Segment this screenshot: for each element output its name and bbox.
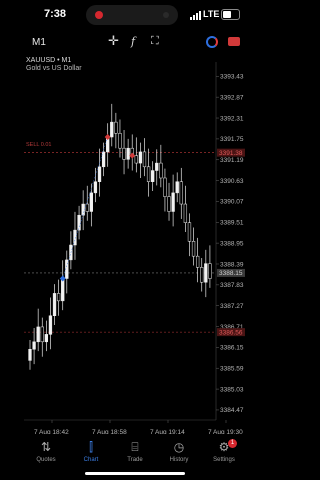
candle-body <box>81 203 85 216</box>
chart-symbol-description: Gold vs US Dollar <box>26 65 82 72</box>
candle-body <box>151 170 155 182</box>
candle-body <box>89 192 93 212</box>
nav-history-label: History <box>169 457 189 463</box>
candle-body <box>40 326 44 343</box>
candle-body <box>48 315 53 335</box>
chart-symbol: XAUUSD • M1 <box>26 57 72 64</box>
nav-trade[interactable]: ⌸ Trade <box>110 440 160 463</box>
candle-body <box>101 151 106 168</box>
candle-body <box>191 241 196 257</box>
candle-body <box>118 133 122 149</box>
settings-badge: 1 <box>228 439 237 448</box>
nav-trade-label: Trade <box>127 457 143 463</box>
candle-body <box>93 181 98 194</box>
candle-body <box>134 155 138 164</box>
price-tick-label: 3385.03 <box>220 386 244 393</box>
candle-body <box>179 181 183 205</box>
price-level-label: 3388.15 <box>219 270 243 277</box>
candle-body <box>52 293 57 316</box>
nav-chart-label: Chart <box>83 457 99 463</box>
sell-marker <box>129 152 136 159</box>
settings-icon: ⚙ <box>218 440 230 454</box>
candle-body <box>183 203 188 223</box>
candle-body <box>200 267 204 283</box>
candle-body <box>97 166 102 182</box>
nav-quotes[interactable]: ⇅ Quotes <box>21 440 71 463</box>
candle-body <box>114 121 118 134</box>
price-tick-label: 3392.87 <box>220 94 244 101</box>
candle-body <box>56 293 61 302</box>
candle-body <box>146 166 151 182</box>
nav-settings-label: Settings <box>213 457 235 463</box>
price-level-label: 3386.56 <box>219 329 243 336</box>
nav-history[interactable]: ◷ History <box>154 440 204 463</box>
trade-link-line <box>62 136 108 279</box>
price-tick-label: 3386.15 <box>220 345 244 352</box>
candle-body <box>204 263 208 283</box>
candle-body <box>163 177 167 197</box>
candle-body <box>44 334 49 343</box>
nav-settings[interactable]: ⚙ Settings 1 <box>199 439 249 463</box>
candle-body <box>155 162 159 171</box>
sell-order-label[interactable]: SELL 0.01 <box>26 142 51 148</box>
price-tick-label: 3388.39 <box>220 261 244 268</box>
price-tick-label: 3384.47 <box>220 407 244 414</box>
candle-body <box>142 151 147 168</box>
candle-body <box>138 151 143 164</box>
price-tick-label: 3390.07 <box>220 199 244 206</box>
candle-body <box>175 181 179 194</box>
price-tick-label: 3388.95 <box>220 240 244 247</box>
candle-body <box>208 263 212 279</box>
nav-quotes-label: Quotes <box>36 457 56 463</box>
candle-body <box>110 121 114 138</box>
candle-body <box>195 255 200 268</box>
candle-body <box>171 192 175 212</box>
price-tick-label: 3392.31 <box>220 115 244 122</box>
candle-body <box>77 214 81 231</box>
history-icon: ◷ <box>173 440 185 454</box>
home-indicator <box>85 472 185 475</box>
price-level-label: 3391.38 <box>219 150 243 157</box>
candle-body <box>126 147 130 160</box>
chart-icon: ⫿ <box>89 440 93 454</box>
price-tick-label: 3390.63 <box>220 178 244 185</box>
candle-body <box>159 162 163 179</box>
candle-body <box>28 349 32 361</box>
candle-body <box>36 326 40 343</box>
quotes-icon: ⇅ <box>40 440 52 454</box>
price-tick-label: 3391.75 <box>220 136 244 143</box>
trade-icon: ⌸ <box>131 440 139 454</box>
candle-body <box>187 222 192 242</box>
price-tick-label: 3391.19 <box>220 157 244 164</box>
price-tick-label: 3393.43 <box>220 74 244 81</box>
candle-body <box>167 196 171 212</box>
price-tick-label: 3387.27 <box>220 303 244 310</box>
candle-body <box>85 203 89 212</box>
candle-body <box>61 278 65 302</box>
candle-body <box>32 341 36 350</box>
price-tick-label: 3389.51 <box>220 220 244 227</box>
candle-body <box>122 147 126 160</box>
price-tick-label: 3387.83 <box>220 282 244 289</box>
nav-chart[interactable]: ⫿ Chart <box>66 440 116 463</box>
sell-marker <box>104 134 111 141</box>
price-tick-label: 3385.59 <box>220 366 244 373</box>
